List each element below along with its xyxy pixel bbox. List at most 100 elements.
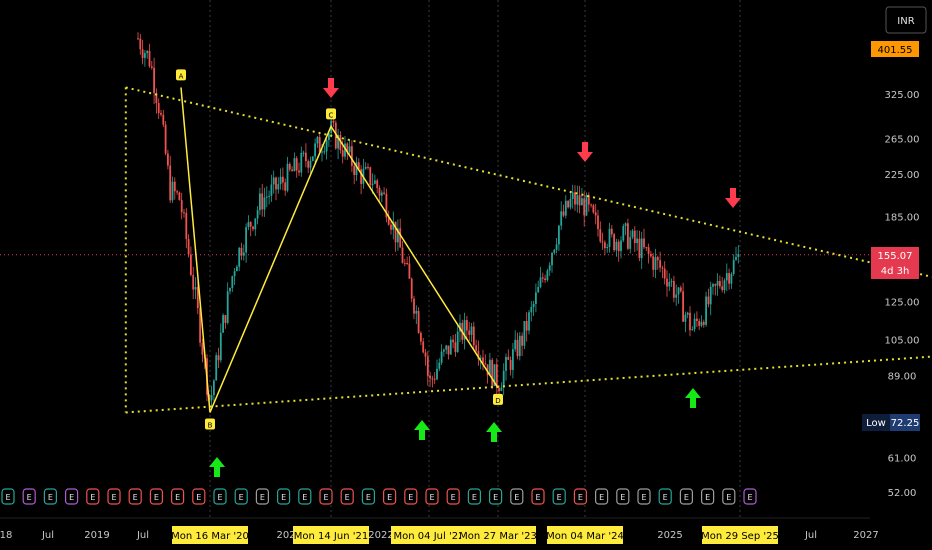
candle-body: [608, 228, 611, 247]
candle-body: [571, 192, 574, 199]
candle-body: [272, 177, 275, 185]
candle-body: [436, 368, 438, 380]
candle-body: [558, 225, 560, 245]
date-badge-label: Mon 04 Mar '24: [546, 531, 624, 542]
low-value: 72.25: [891, 418, 920, 429]
candle-body: [309, 160, 312, 168]
candle-body: [201, 342, 204, 355]
candle-body: [298, 170, 300, 173]
candle-body: [610, 228, 613, 235]
earnings-marker-label: E: [302, 493, 307, 502]
candle-body: [712, 284, 714, 287]
candle-body: [668, 282, 671, 287]
candle-body: [187, 238, 190, 255]
time-tick-label: 202: [276, 530, 295, 541]
earnings-marker-label: E: [27, 493, 32, 502]
time-tick-label: 2022: [368, 530, 393, 541]
candle-body: [383, 192, 385, 194]
candle-body: [173, 181, 176, 192]
candle-body: [617, 241, 620, 252]
earnings-marker-label: E: [514, 493, 519, 502]
candle-body: [194, 287, 197, 290]
candle-body: [737, 253, 740, 257]
earnings-marker-label: E: [429, 493, 434, 502]
earnings-marker-label: E: [451, 493, 456, 502]
candle-body: [213, 380, 215, 396]
candle-body: [178, 192, 181, 201]
candle-body: [403, 262, 406, 264]
candle-body: [438, 362, 441, 369]
current-price-value: 155.07: [878, 251, 913, 262]
candle-body: [629, 237, 632, 249]
candle-body: [466, 320, 468, 331]
candle-body: [491, 359, 494, 387]
candle-body: [693, 318, 696, 330]
earnings-marker-label: E: [641, 493, 646, 502]
date-badge-label: Mon 04 Jul '22: [394, 531, 465, 542]
candle-body: [585, 195, 588, 216]
candle-body: [673, 281, 675, 298]
earnings-marker-label: E: [48, 493, 53, 502]
candle-body: [321, 151, 323, 153]
candle-body: [263, 197, 266, 210]
earnings-marker-label: E: [663, 493, 668, 502]
candle-body: [288, 163, 291, 170]
candle-body: [640, 238, 643, 259]
candle-body: [390, 224, 392, 230]
candle-body: [569, 198, 572, 208]
earnings-marker-label: E: [90, 493, 95, 502]
earnings-marker-label: E: [196, 493, 201, 502]
candle-body: [449, 339, 452, 355]
earnings-marker-label: E: [472, 493, 477, 502]
candle-body: [445, 345, 448, 350]
candle-body: [247, 222, 250, 228]
candle-body: [578, 195, 581, 206]
candle-body: [514, 339, 517, 350]
candle-body: [351, 146, 353, 166]
price-chart[interactable]: A B C D E E E E E E E E E E E E E E E E E E E E E E E E E E E E E E E E E E E…: [0, 0, 932, 550]
candle-body: [472, 326, 475, 346]
candle-body: [242, 252, 245, 256]
time-tick-label: Jul: [804, 530, 817, 541]
candle-body: [415, 311, 418, 314]
candle-body: [167, 153, 169, 166]
candle-body: [286, 163, 289, 191]
candle-body: [709, 286, 712, 305]
candle-body: [551, 252, 553, 266]
candle-body: [284, 182, 287, 191]
earnings-marker-label: E: [69, 493, 74, 502]
candle-body: [426, 356, 429, 376]
candle-body: [279, 176, 282, 185]
candle-body: [408, 263, 411, 279]
candle-body: [229, 287, 231, 292]
candle-body: [530, 307, 533, 313]
candle-body: [353, 165, 356, 176]
candle-body: [325, 139, 328, 152]
candle-body: [146, 50, 149, 54]
candle-body: [447, 345, 450, 355]
candle-body: [424, 352, 427, 357]
earnings-marker-label: E: [557, 493, 562, 502]
candle-body: [521, 335, 523, 346]
candle-body: [249, 222, 252, 227]
earnings-marker-label: E: [5, 493, 10, 502]
low-label: Low: [866, 418, 886, 429]
candle-body: [443, 349, 445, 352]
candle-body: [622, 226, 625, 241]
candle-body: [341, 150, 344, 157]
candle-body: [597, 215, 599, 230]
earnings-marker-label: E: [133, 493, 138, 502]
candle-body: [268, 195, 270, 197]
candle-body: [245, 227, 247, 253]
earnings-marker-label: E: [705, 493, 710, 502]
price-tick-label: 105.00: [885, 335, 920, 346]
candle-body: [224, 315, 227, 323]
candle-body: [535, 292, 537, 305]
candle-body: [528, 312, 530, 331]
earnings-marker-label: E: [260, 493, 265, 502]
candle-body: [236, 266, 238, 272]
candle-body: [700, 321, 703, 326]
candle-body: [413, 298, 415, 314]
candle-body: [431, 378, 434, 380]
candle-body: [233, 271, 236, 277]
